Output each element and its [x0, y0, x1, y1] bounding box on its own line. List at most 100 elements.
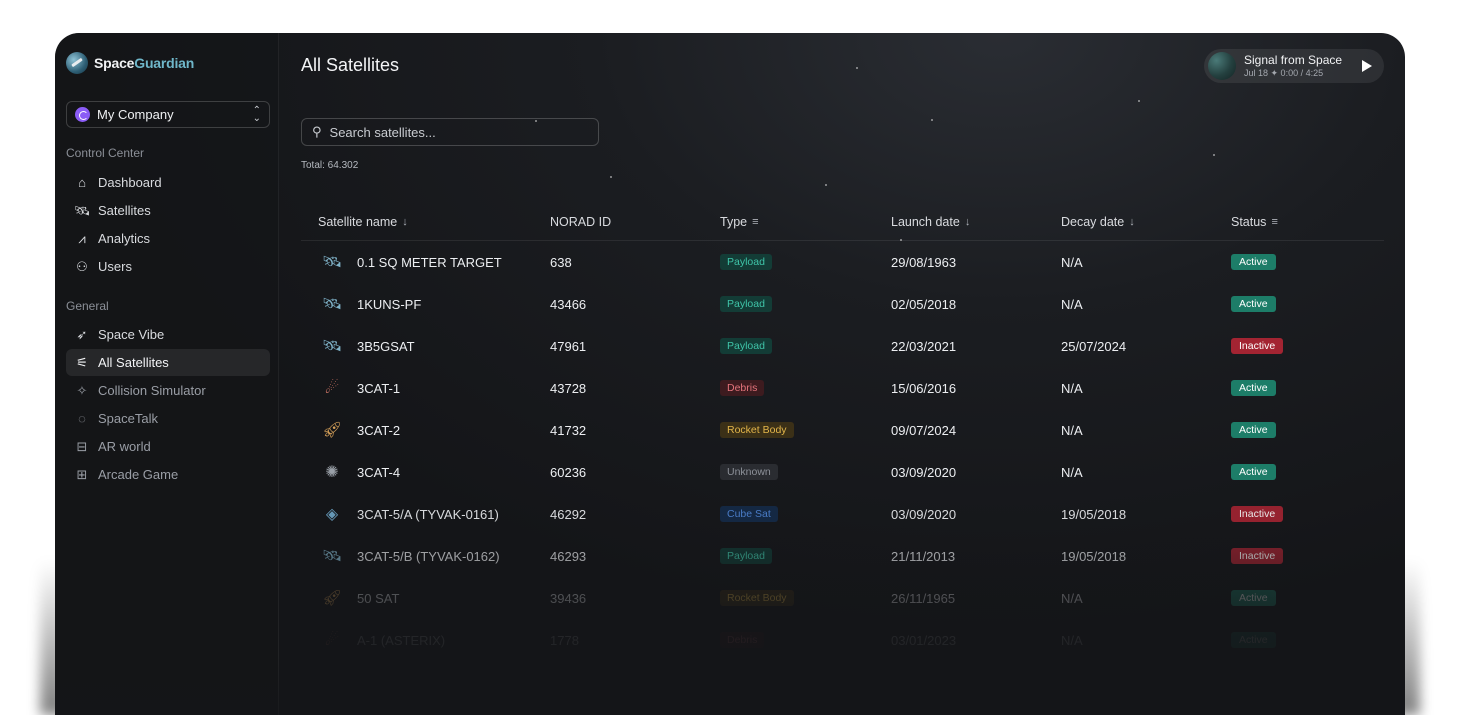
cell-type: Unknown — [720, 464, 891, 480]
player-info: Signal from Space Jul 18 ✦ 0:00 / 4:25 — [1244, 53, 1342, 79]
table-row[interactable]: 🛰︎ 3B5GSAT 47961 Payload 22/03/2021 25/07/202… — [301, 325, 1384, 367]
satellite-name: 50 SAT — [357, 590, 400, 606]
cell-type: Payload — [720, 296, 891, 312]
cell-norad-id: 638 — [550, 254, 572, 270]
track-title: Signal from Space — [1244, 53, 1343, 67]
company-selector[interactable]: My Company ⌃ ⌄ — [66, 101, 270, 128]
status-badge: Active — [1231, 422, 1276, 438]
cell-type: Cube Sat — [720, 506, 891, 522]
app-window: SpaceGuardian My Company ⌃ ⌄ Control Cent… — [55, 33, 1405, 715]
star — [856, 67, 858, 69]
column-header-norad[interactable]: NORAD ID — [550, 215, 720, 229]
sidebar-item-ar-world[interactable]: ⊟ AR world — [66, 433, 270, 460]
cell-decay-date: 19/05/2018 — [1061, 506, 1127, 522]
filter-icon: ≡ — [1271, 215, 1278, 228]
table-row[interactable]: 🛰︎ 1KUNS-PF 43466 Payload 02/05/2018 N/A Activ… — [301, 283, 1384, 325]
page-title: All Satellites — [301, 55, 400, 75]
sidebar-item-users[interactable]: ⚇ Users — [66, 253, 270, 280]
comet-icon: ☄ — [324, 380, 340, 397]
type-badge: Rocket Body — [720, 422, 794, 438]
sidebar-item-label: Collision Simulator — [98, 383, 206, 398]
cell-decay-date: N/A — [1061, 422, 1083, 438]
cell-decay-date: 19/05/2018 — [1061, 548, 1127, 564]
cell-launch-date: 03/01/2023 — [891, 632, 957, 648]
cell-name: 🛰︎ 3B5GSAT — [301, 335, 550, 357]
home-icon: ⌂ — [78, 175, 86, 190]
sidebar-item-label: SpaceTalk — [98, 411, 158, 426]
sidebar-item-collision-simulator[interactable]: ✧ Collision Simulator — [66, 377, 270, 404]
arrow-down-icon: ↓ — [964, 215, 971, 228]
search-input[interactable] — [329, 124, 570, 140]
cell-status: Inactive — [1231, 338, 1384, 354]
column-header-launch-date[interactable]: Launch date ↓ — [891, 215, 1061, 229]
star — [825, 184, 827, 186]
type-badge: Debris — [720, 632, 765, 648]
sidebar-item-spacetalk[interactable]: ◌ SpaceTalk — [66, 405, 270, 432]
status-badge: Active — [1231, 464, 1276, 480]
cell-type: Debris — [720, 380, 891, 396]
comet-icon: ☄ — [324, 632, 340, 649]
satellite-name: 3CAT-5/A (TYVAK-0161) — [357, 506, 499, 522]
type-badge: Payload — [720, 296, 772, 312]
section-label-general: General — [66, 299, 109, 313]
sidebar-item-all-satellites[interactable]: ⚟ All Satellites — [66, 349, 270, 376]
table-row[interactable]: 🛰︎ 3CAT-5/B (TYVAK-0162) 46293 Payload 21/11… — [301, 535, 1384, 577]
table-row[interactable]: 🚀︎ 50 SAT 39436 Rocket Body 26/11/1965 N/A Act… — [301, 577, 1384, 619]
planet-logo-icon — [66, 52, 88, 74]
sidebar-item-label: Space Vibe — [98, 327, 165, 342]
sidebar-item-space-vibe[interactable]: ➶ Space Vibe — [66, 321, 270, 348]
section-label-control-center: Control Center — [66, 146, 145, 160]
brand-logo[interactable]: SpaceGuardian — [66, 52, 194, 74]
table-row[interactable]: ✺ 3CAT-4 60236 Unknown 03/09/2020 N/A Active — [301, 451, 1384, 493]
cell-name: ◈ 3CAT-5/A (TYVAK-0161) — [301, 503, 550, 525]
cell-status: Active — [1231, 464, 1384, 480]
cell-decay-date: 25/07/2024 — [1061, 338, 1127, 354]
sidebar-item-analytics[interactable]: ⩘ Analytics — [66, 225, 270, 252]
music-player[interactable]: Signal from Space Jul 18 ✦ 0:00 / 4:25 — [1204, 49, 1384, 83]
sidebar-item-dashboard[interactable]: ⌂ Dashboard — [66, 169, 270, 196]
sidebar-item-label: Arcade Game — [98, 467, 179, 482]
table-row[interactable]: ◈ 3CAT-5/A (TYVAK-0161) 46292 Cube Sat 03/09… — [301, 493, 1384, 535]
track-meta: Jul 18 ✦ 0:00 / 4:25 — [1244, 68, 1324, 78]
satellite-icon: 🛰︎ — [74, 202, 91, 218]
type-badge: Payload — [720, 338, 772, 354]
cell-norad-id: 47961 — [550, 338, 587, 354]
sidebar: SpaceGuardian My Company ⌃ ⌄ Control Cent… — [55, 33, 279, 715]
table-row[interactable]: 🚀︎ 3CAT-2 41732 Rocket Body 09/07/2024 N/A Act… — [301, 409, 1384, 451]
cell-norad-id: 43728 — [550, 380, 587, 396]
cell-name: ☄ 3CAT-1 — [301, 377, 550, 399]
satellite-icon: 🛰︎ — [321, 254, 343, 271]
cell-status: Active — [1231, 254, 1384, 270]
satellite-name: 3CAT-2 — [357, 422, 401, 438]
chat-icon: ◌ — [78, 411, 86, 426]
satellite-name: 3B5GSAT — [357, 338, 415, 354]
status-badge: Active — [1231, 380, 1276, 396]
column-header-name[interactable]: Satellite name ↓ — [301, 215, 550, 229]
cell-type: Rocket Body — [720, 590, 891, 606]
cell-norad-id: 43466 — [550, 296, 587, 312]
column-header-decay-date[interactable]: Decay date ↓ — [1061, 215, 1231, 229]
cell-launch-date: 22/03/2021 — [891, 338, 957, 354]
play-icon[interactable] — [1362, 60, 1372, 72]
star — [610, 176, 612, 178]
cell-type: Payload — [720, 254, 891, 270]
column-header-type[interactable]: Type ≡ — [720, 215, 891, 229]
search-box[interactable]: ⚲ — [301, 118, 599, 146]
status-badge: Active — [1231, 632, 1276, 648]
vr-headset-icon: ⊟ — [76, 438, 88, 454]
table-row[interactable]: ☄ 3CAT-1 43728 Debris 15/06/2016 N/A Active — [301, 367, 1384, 409]
sidebar-item-label: AR world — [98, 439, 151, 454]
table-row[interactable]: 🛰︎ 0.1 SQ METER TARGET 638 Payload 29/08/196… — [301, 241, 1384, 283]
users-icon: ⚇ — [76, 258, 88, 274]
cell-status: Active — [1231, 296, 1384, 312]
type-badge: Payload — [720, 548, 772, 564]
rocket-icon: 🚀︎ — [321, 590, 343, 607]
type-badge: Debris — [720, 380, 765, 396]
satellite-icon: 🛰︎ — [321, 296, 343, 313]
company-avatar-icon — [75, 107, 90, 122]
sidebar-item-arcade-game[interactable]: ⊞ Arcade Game — [66, 461, 270, 488]
sidebar-item-satellites[interactable]: 🛰︎ Satellites — [66, 197, 270, 224]
cell-type: Debris — [720, 632, 891, 648]
column-header-status[interactable]: Status ≡ — [1231, 215, 1384, 229]
table-row[interactable]: ☄ A-1 (ASTERIX) 1778 Debris 03/01/2023 N/A Act… — [301, 619, 1384, 661]
